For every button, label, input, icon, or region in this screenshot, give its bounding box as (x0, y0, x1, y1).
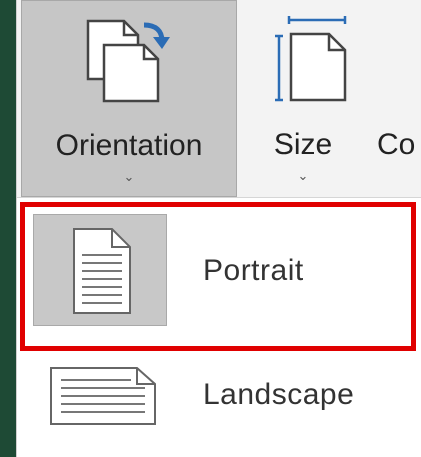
size-button[interactable]: Size ⌄ (253, 0, 353, 197)
menu-item-portrait[interactable]: Portrait (17, 198, 421, 348)
orientation-label: Orientation (55, 129, 203, 162)
portrait-page-icon (33, 214, 167, 326)
chevron-down-icon: ⌄ (297, 168, 309, 183)
chevron-down-icon: ⌄ (123, 169, 135, 184)
menu-item-landscape[interactable]: Landscape (17, 350, 421, 457)
page-size-icon (267, 14, 347, 106)
landscape-page-icon (33, 354, 167, 450)
page-layout-ribbon: Orientation ⌄ Size ⌄ Co (17, 0, 421, 198)
menu-item-label: Portrait (203, 254, 304, 287)
columns-button[interactable]: Co (373, 0, 421, 197)
menu-item-label: Landscape (203, 378, 355, 411)
columns-label: Co (377, 128, 416, 161)
size-label: Size (273, 128, 333, 161)
orientation-dropdown-panel: Orientation ⌄ Size ⌄ Co Portrait Landsca… (16, 0, 421, 457)
orientation-button[interactable]: Orientation ⌄ (21, 0, 237, 197)
page-orientation-icon (82, 15, 174, 107)
